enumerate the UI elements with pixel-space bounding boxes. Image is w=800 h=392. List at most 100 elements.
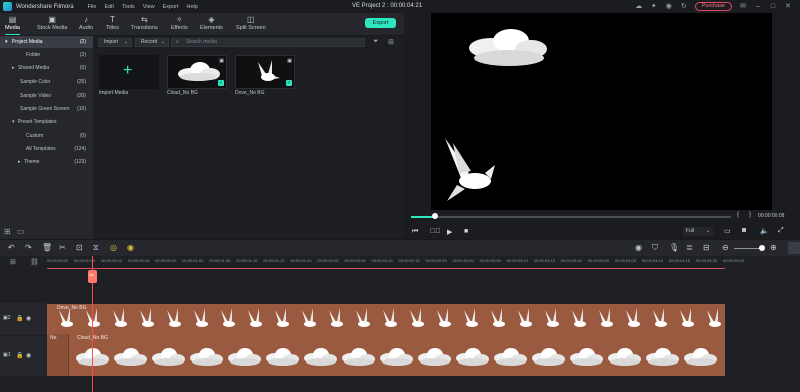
marker-icon[interactable]: ⛉ bbox=[652, 243, 658, 253]
zoom-slider-knob[interactable] bbox=[759, 245, 765, 251]
play-reverse-icon[interactable]: ▸⃓ bbox=[430, 228, 441, 235]
refresh-icon[interactable]: ↻ bbox=[680, 3, 688, 11]
import-dropdown[interactable]: Import ⌄ bbox=[98, 38, 132, 47]
cloud-frame bbox=[418, 348, 451, 366]
tab-stock-media[interactable]: ▣ Stock Media bbox=[37, 15, 67, 31]
sidebar-item-sample-video[interactable]: Sample Video (20) bbox=[0, 90, 93, 102]
dove-frame bbox=[113, 308, 127, 327]
audio-mixer-icon[interactable]: ≣ bbox=[686, 243, 693, 252]
timeline-clip-dove[interactable]: Dove_No BG bbox=[47, 304, 725, 334]
search-input[interactable]: ⌕ Search media bbox=[171, 38, 365, 47]
minimize-icon[interactable]: – bbox=[754, 3, 762, 11]
grid-view-icon[interactable]: ⊞ bbox=[388, 38, 394, 46]
previous-frame-icon[interactable]: ⏮ bbox=[412, 228, 418, 236]
volume-icon[interactable]: 🔈 bbox=[760, 227, 769, 235]
snap-icon[interactable]: ⊟ bbox=[703, 243, 710, 252]
media-item-cloud[interactable]: ▣ ✓ bbox=[167, 55, 227, 89]
menu-edit[interactable]: Edit bbox=[104, 4, 113, 10]
playhead-handle[interactable]: ✂ bbox=[88, 270, 97, 283]
menu-help[interactable]: Help bbox=[187, 4, 198, 10]
sidebar-item-count: (124) bbox=[74, 146, 86, 152]
add-track-icon[interactable]: ⊞ bbox=[10, 258, 16, 266]
sidebar-item-folder[interactable]: Folder (2) bbox=[0, 49, 93, 61]
undo-icon[interactable]: ↶ bbox=[8, 243, 15, 252]
split-icon[interactable]: ⧖ bbox=[93, 243, 99, 253]
snapshot-camera-icon[interactable]: ◙ bbox=[742, 227, 746, 234]
sidebar-item-custom[interactable]: Custom (0) bbox=[0, 130, 93, 142]
color-icon[interactable]: ◎ bbox=[110, 243, 117, 252]
zoom-out-icon[interactable]: ⊖ bbox=[722, 243, 729, 252]
stop-icon[interactable]: ■ bbox=[464, 228, 468, 235]
close-icon[interactable]: ✕ bbox=[784, 3, 792, 11]
mark-out-icon[interactable]: } bbox=[749, 212, 751, 218]
maximize-icon[interactable]: □ bbox=[769, 3, 777, 11]
fullscreen-icon[interactable]: ⤢ bbox=[778, 227, 784, 235]
tab-transitions[interactable]: ⇆ Transitions bbox=[131, 15, 158, 31]
ruler-tick-label: 00:00:02:05 bbox=[344, 258, 366, 263]
delete-icon[interactable]: 🗑 bbox=[42, 243, 52, 252]
notification-icon[interactable]: ✉ bbox=[739, 3, 747, 11]
dove-frame bbox=[59, 308, 73, 327]
dove-frame bbox=[653, 308, 667, 327]
tab-elements[interactable]: ◈ Elements bbox=[200, 15, 223, 31]
render-icon[interactable]: ◉ bbox=[635, 243, 642, 252]
timeline-toolbar: ↶ ↷ 🗑 ✂ ⊡ ⧖ ◎ ◉ ◉ ⛉ 🎙 ≣ ⊟ ⊖ ⊕ bbox=[0, 239, 800, 256]
media-item-dove[interactable]: ▣ ✓ bbox=[235, 55, 295, 89]
link-icon[interactable]: ⛓ bbox=[30, 258, 39, 266]
new-folder-icon[interactable]: ⊞ bbox=[4, 227, 11, 236]
microphone-icon[interactable]: 🎙 bbox=[669, 243, 679, 252]
menu-tools[interactable]: Tools bbox=[122, 4, 135, 10]
sidebar-item-preset-templates[interactable]: ▾ Preset Templates bbox=[0, 116, 93, 128]
tab-media[interactable]: ▤ Media bbox=[5, 15, 20, 35]
mark-in-icon[interactable]: { bbox=[737, 212, 739, 218]
visibility-eye-icon[interactable]: ◉ bbox=[26, 352, 31, 359]
layout-panel-toggle[interactable] bbox=[788, 242, 800, 254]
lightbulb-icon[interactable]: ✦ bbox=[650, 3, 658, 11]
sidebar-item-sample-color[interactable]: Sample Color (25) bbox=[0, 76, 93, 88]
purchase-button[interactable]: Purchase bbox=[694, 2, 732, 11]
quality-dropdown[interactable]: Full ⌄ bbox=[683, 227, 713, 236]
sidebar-item-sample-green-screen[interactable]: Sample Green Screen (10) bbox=[0, 103, 93, 115]
filter-icon[interactable]: ⏷ bbox=[373, 38, 379, 46]
headset-icon[interactable]: ◉ bbox=[665, 3, 673, 11]
dove-frame bbox=[464, 308, 478, 327]
zoom-in-icon[interactable]: ⊕ bbox=[770, 243, 777, 252]
collapsed-arrow-icon: ▸ bbox=[18, 159, 21, 165]
folder-icon[interactable]: ▭ bbox=[17, 227, 25, 236]
export-button[interactable]: Export bbox=[365, 18, 396, 28]
title-bar: Wondershare Filmora File Edit Tools View… bbox=[0, 0, 800, 13]
tab-audio[interactable]: ♪ Audio bbox=[79, 15, 93, 31]
tab-split-screen[interactable]: ◫ Split Screen bbox=[236, 15, 266, 31]
menu-export[interactable]: Export bbox=[163, 4, 179, 10]
preview-progress-knob[interactable] bbox=[432, 213, 438, 219]
ruler-tick-label: 00:00:02:10 bbox=[371, 258, 393, 263]
visibility-eye-icon[interactable]: ◉ bbox=[26, 315, 31, 322]
sidebar-item-project-media[interactable]: ▾ Project Media (2) bbox=[0, 36, 93, 48]
sidebar-item-all-templates[interactable]: All Templates (124) bbox=[0, 143, 93, 155]
menu-view[interactable]: View bbox=[143, 4, 155, 10]
audio-stretch-icon[interactable]: ◉ bbox=[127, 243, 134, 252]
timeline-clip-cloud[interactable]: No Cloud_No BG bbox=[47, 334, 725, 376]
redo-icon[interactable]: ↷ bbox=[25, 243, 32, 252]
ruler-baseline bbox=[47, 268, 725, 269]
lock-icon[interactable]: 🔒 bbox=[16, 315, 23, 322]
ruler-tick-label: 00:00:01:20 bbox=[290, 258, 312, 263]
record-dropdown[interactable]: Record ⌄ bbox=[135, 38, 169, 47]
sidebar-item-theme[interactable]: ▸ Theme (123) bbox=[0, 156, 93, 168]
dove-filmstrip bbox=[59, 308, 721, 327]
menu-file[interactable]: File bbox=[88, 4, 97, 10]
import-media-tile[interactable]: + bbox=[99, 55, 159, 89]
lock-icon[interactable]: 🔒 bbox=[16, 352, 23, 359]
cloud-icon[interactable]: ☁ bbox=[635, 3, 643, 11]
crop-icon[interactable]: ⊡ bbox=[76, 243, 83, 252]
play-icon[interactable]: ▶ bbox=[447, 228, 452, 236]
preview-progress-track[interactable] bbox=[411, 216, 731, 218]
media-toolbar: ▤ Media ▣ Stock Media ♪ Audio T Titles ⇆… bbox=[0, 13, 404, 36]
sidebar-item-shared-media[interactable]: ▸ Shared Media (0) bbox=[0, 62, 93, 74]
tab-titles[interactable]: T Titles bbox=[106, 15, 119, 31]
monitor-icon[interactable]: ▭ bbox=[724, 227, 731, 235]
tab-effects[interactable]: ✧ Effects bbox=[171, 15, 188, 31]
cloud-frame bbox=[532, 348, 565, 366]
expand-arrow-icon: ▾ bbox=[12, 119, 15, 125]
cut-icon[interactable]: ✂ bbox=[59, 243, 66, 252]
